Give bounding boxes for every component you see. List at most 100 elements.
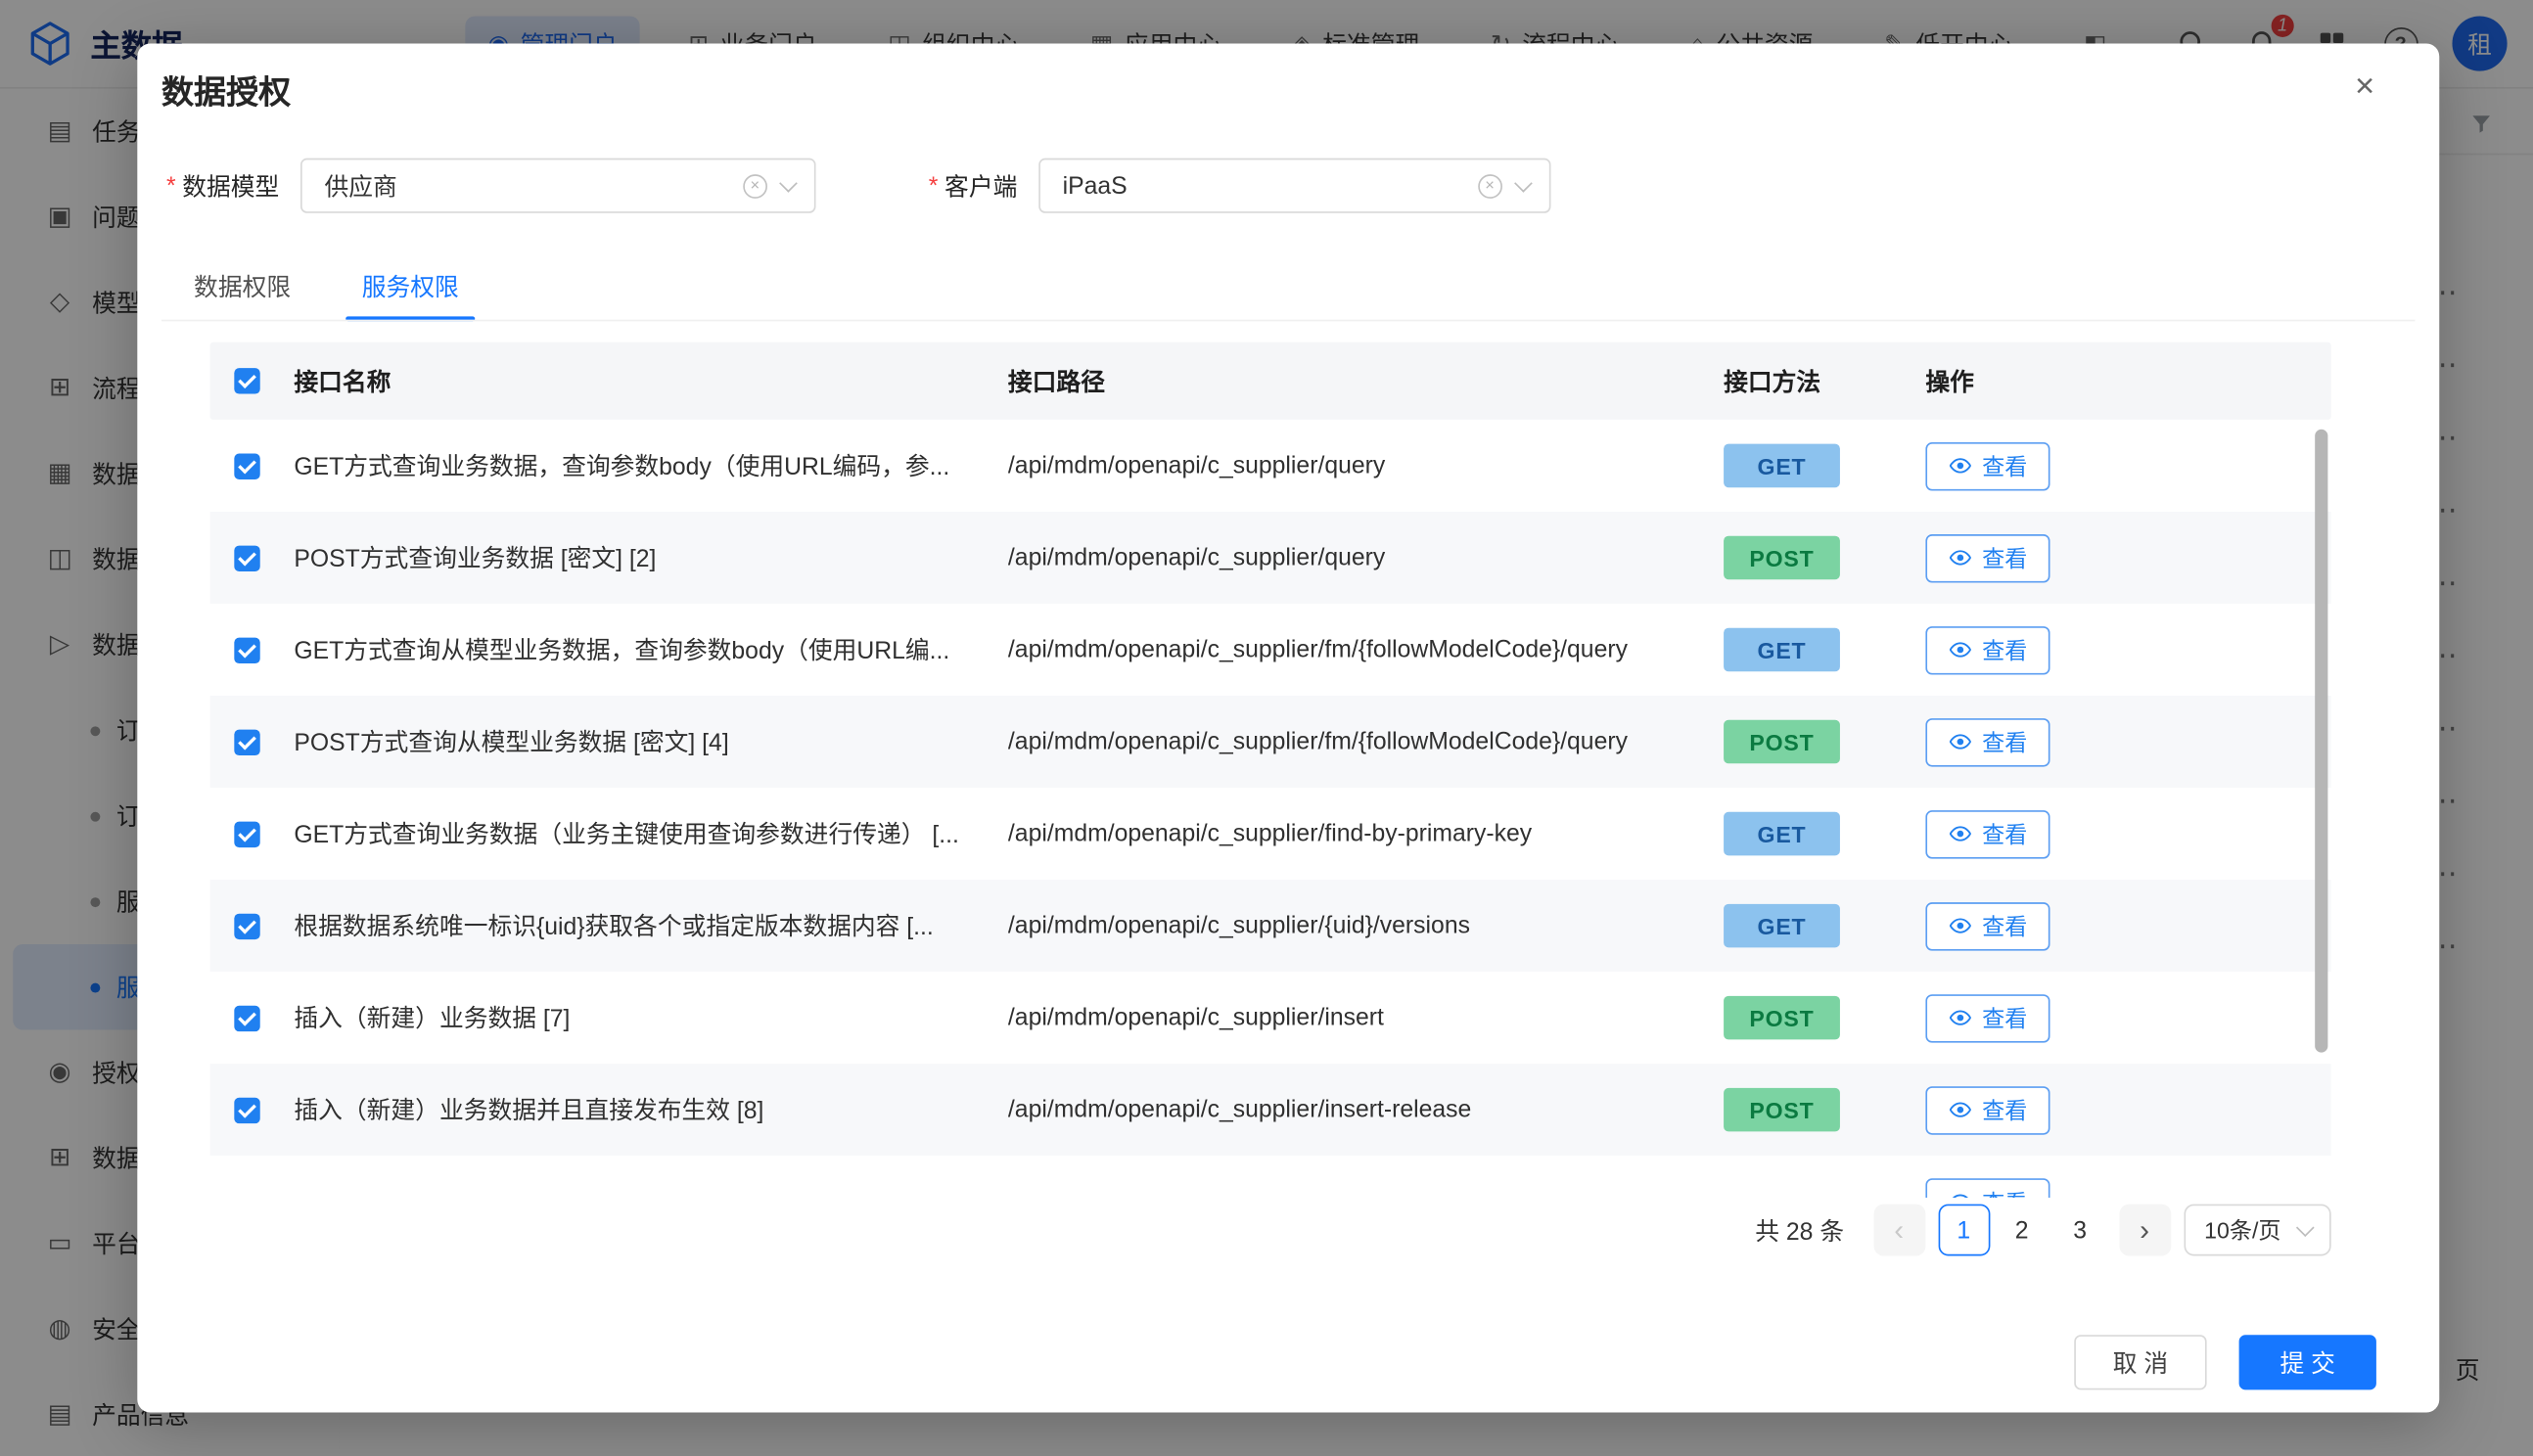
client-select[interactable]: iPaaS (1038, 159, 1550, 213)
view-button-label: 查看 (1982, 633, 2027, 665)
row-name: GET方式查询业务数据，查询参数body（使用URL编码，参... (294, 449, 1008, 483)
page-size-value: 10条/页 (2204, 1214, 2280, 1247)
eye-icon (1949, 822, 1973, 846)
scrollbar-thumb[interactable] (2315, 430, 2327, 1053)
pagination: 共 28 条 ‹ 123 › 10条/页 (210, 1205, 2331, 1256)
view-button[interactable]: 查看 (1925, 441, 2049, 489)
row-checkbox[interactable] (234, 913, 259, 938)
method-badge: GET (1724, 904, 1840, 948)
row-checkbox[interactable] (234, 729, 259, 754)
model-field-label: * 数据模型 (166, 168, 279, 203)
required-mark: * (929, 172, 939, 200)
view-button[interactable]: 查看 (1925, 901, 2049, 949)
chevron-down-icon (1514, 174, 1533, 193)
tabs-divider (161, 320, 2415, 322)
select-all-checkbox[interactable] (234, 368, 259, 393)
row-checkbox[interactable] (234, 637, 259, 662)
table-row: 根据数据系统唯一标识{uid}获取各个或指定版本数据内容 [... /api/m… (210, 880, 2331, 972)
view-button[interactable]: 查看 (1925, 809, 2049, 857)
modal-tabs: 数据权限服务权限 (178, 269, 476, 319)
column-header-path: 接口路径 (1008, 364, 1724, 398)
view-button-label: 查看 (1982, 449, 2027, 481)
page-number[interactable]: 3 (2054, 1205, 2106, 1256)
column-header-name: 接口名称 (294, 364, 1008, 398)
eye-icon (1949, 1098, 1973, 1122)
prev-page-button[interactable]: ‹ (1873, 1205, 1925, 1256)
screen: 主数据 ◉ 管理门户 ⊞ 业务门户 ◫ 组织中心 ▦ 应用中心 ◈ 标准管理 ↻… (0, 0, 2533, 1456)
row-name: POST方式查询业务数据 [密文] [2] (294, 541, 1008, 575)
view-button-label: 查看 (1982, 910, 2027, 942)
row-name: GET方式查询从模型业务数据，查询参数body（使用URL编... (294, 633, 1008, 667)
row-name: 根据数据系统唯一标识{uid}获取各个或指定版本数据内容 [... (294, 909, 1008, 943)
row-checkbox[interactable] (234, 453, 259, 478)
row-checkbox[interactable] (234, 1005, 259, 1030)
model-select[interactable]: 供应商 (300, 159, 816, 213)
row-path: /api/mdm/openapi/c_supplier/insert-relea… (1008, 1096, 1724, 1123)
view-button[interactable]: 查看 (1925, 625, 2049, 673)
method-badge: POST (1724, 536, 1840, 580)
table-row: GET方式查询业务数据，查询参数body（使用URL编码，参... /api/m… (210, 420, 2331, 512)
row-name: 插入（新建）业务数据并且直接发布生效 [8] (294, 1093, 1008, 1127)
view-button-label: 查看 (1982, 1186, 2027, 1198)
service-table: 接口名称 接口路径 接口方法 操作 GET方式查询业务数据，查询参数body（使… (210, 342, 2331, 1198)
method-badge: POST (1724, 996, 1840, 1040)
row-path: /api/mdm/openapi/c_supplier/find-by-prim… (1008, 820, 1724, 847)
view-button[interactable]: 查看 (1925, 1085, 2049, 1133)
table-row-partial: 查看 (210, 1156, 2331, 1198)
eye-icon (1949, 914, 1973, 938)
column-header-method: 接口方法 (1724, 364, 1925, 398)
service-table-body: GET方式查询业务数据，查询参数body（使用URL编码，参... /api/m… (210, 420, 2331, 1198)
chevron-right-icon: › (2140, 1215, 2149, 1245)
client-field-label: * 客户端 (929, 168, 1018, 203)
row-name: 插入（新建）业务数据 [7] (294, 1001, 1008, 1035)
page-size-select[interactable]: 10条/页 (2184, 1205, 2331, 1256)
row-checkbox[interactable] (234, 545, 259, 570)
table-header: 接口名称 接口路径 接口方法 操作 (210, 342, 2331, 420)
view-button[interactable]: 查看 (1925, 1177, 2049, 1198)
view-button-label: 查看 (1982, 1094, 2027, 1126)
row-checkbox[interactable] (234, 1097, 259, 1122)
table-row: GET方式查询业务数据（业务主键使用查询参数进行传递） [... /api/md… (210, 788, 2331, 880)
model-select-value: 供应商 (325, 168, 397, 203)
eye-icon (1949, 730, 1973, 754)
method-badge: POST (1724, 1088, 1840, 1132)
row-path: /api/mdm/openapi/c_supplier/fm/{followMo… (1008, 728, 1724, 755)
row-name: GET方式查询业务数据（业务主键使用查询参数进行传递） [... (294, 817, 1008, 851)
view-button[interactable]: 查看 (1925, 717, 2049, 765)
table-row: POST方式查询业务数据 [密文] [2] /api/mdm/openapi/c… (210, 512, 2331, 604)
column-header-action: 操作 (1925, 364, 2330, 398)
cancel-button[interactable]: 取 消 (2074, 1335, 2206, 1389)
chevron-down-icon (779, 174, 798, 193)
eye-icon (1949, 546, 1973, 570)
view-button[interactable]: 查看 (1925, 993, 2049, 1041)
modal-form: * 数据模型 供应商 * 客户端 iPaaS (166, 159, 1550, 213)
tab[interactable]: 数据权限 (178, 269, 307, 319)
page-number[interactable]: 2 (1996, 1205, 2048, 1256)
tab[interactable]: 服务权限 (345, 269, 475, 319)
total-count: 共 28 条 (1755, 1213, 1844, 1248)
row-path: /api/mdm/openapi/c_supplier/{uid}/versio… (1008, 912, 1724, 939)
table-row: POST方式查询从模型业务数据 [密文] [4] /api/mdm/openap… (210, 696, 2331, 788)
row-path: /api/mdm/openapi/c_supplier/query (1008, 544, 1724, 571)
next-page-button[interactable]: › (2119, 1205, 2171, 1256)
page-list: 123 (1938, 1205, 2106, 1256)
chevron-left-icon: ‹ (1894, 1215, 1904, 1245)
view-button[interactable]: 查看 (1925, 533, 2049, 581)
page-number[interactable]: 1 (1938, 1205, 1990, 1256)
chevron-down-icon (2296, 1218, 2315, 1237)
data-authorization-modal: 数据授权 × * 数据模型 供应商 * 客户端 iPaaS (137, 44, 2439, 1413)
clear-icon[interactable] (1478, 173, 1502, 198)
eye-icon (1949, 1190, 1973, 1198)
table-row: 插入（新建）业务数据并且直接发布生效 [8] /api/mdm/openapi/… (210, 1064, 2331, 1156)
table-rows-mount: GET方式查询业务数据，查询参数body（使用URL编码，参... /api/m… (210, 420, 2331, 1156)
close-icon[interactable]: × (2355, 69, 2374, 105)
clear-icon[interactable] (743, 173, 767, 198)
client-select-value: iPaaS (1063, 172, 1128, 200)
method-badge: GET (1724, 444, 1840, 488)
submit-button[interactable]: 提 交 (2239, 1335, 2376, 1389)
view-button-label: 查看 (1982, 541, 2027, 573)
row-path: /api/mdm/openapi/c_supplier/insert (1008, 1004, 1724, 1031)
view-button-label: 查看 (1982, 726, 2027, 758)
table-row: 插入（新建）业务数据 [7] /api/mdm/openapi/c_suppli… (210, 972, 2331, 1064)
row-checkbox[interactable] (234, 821, 259, 846)
